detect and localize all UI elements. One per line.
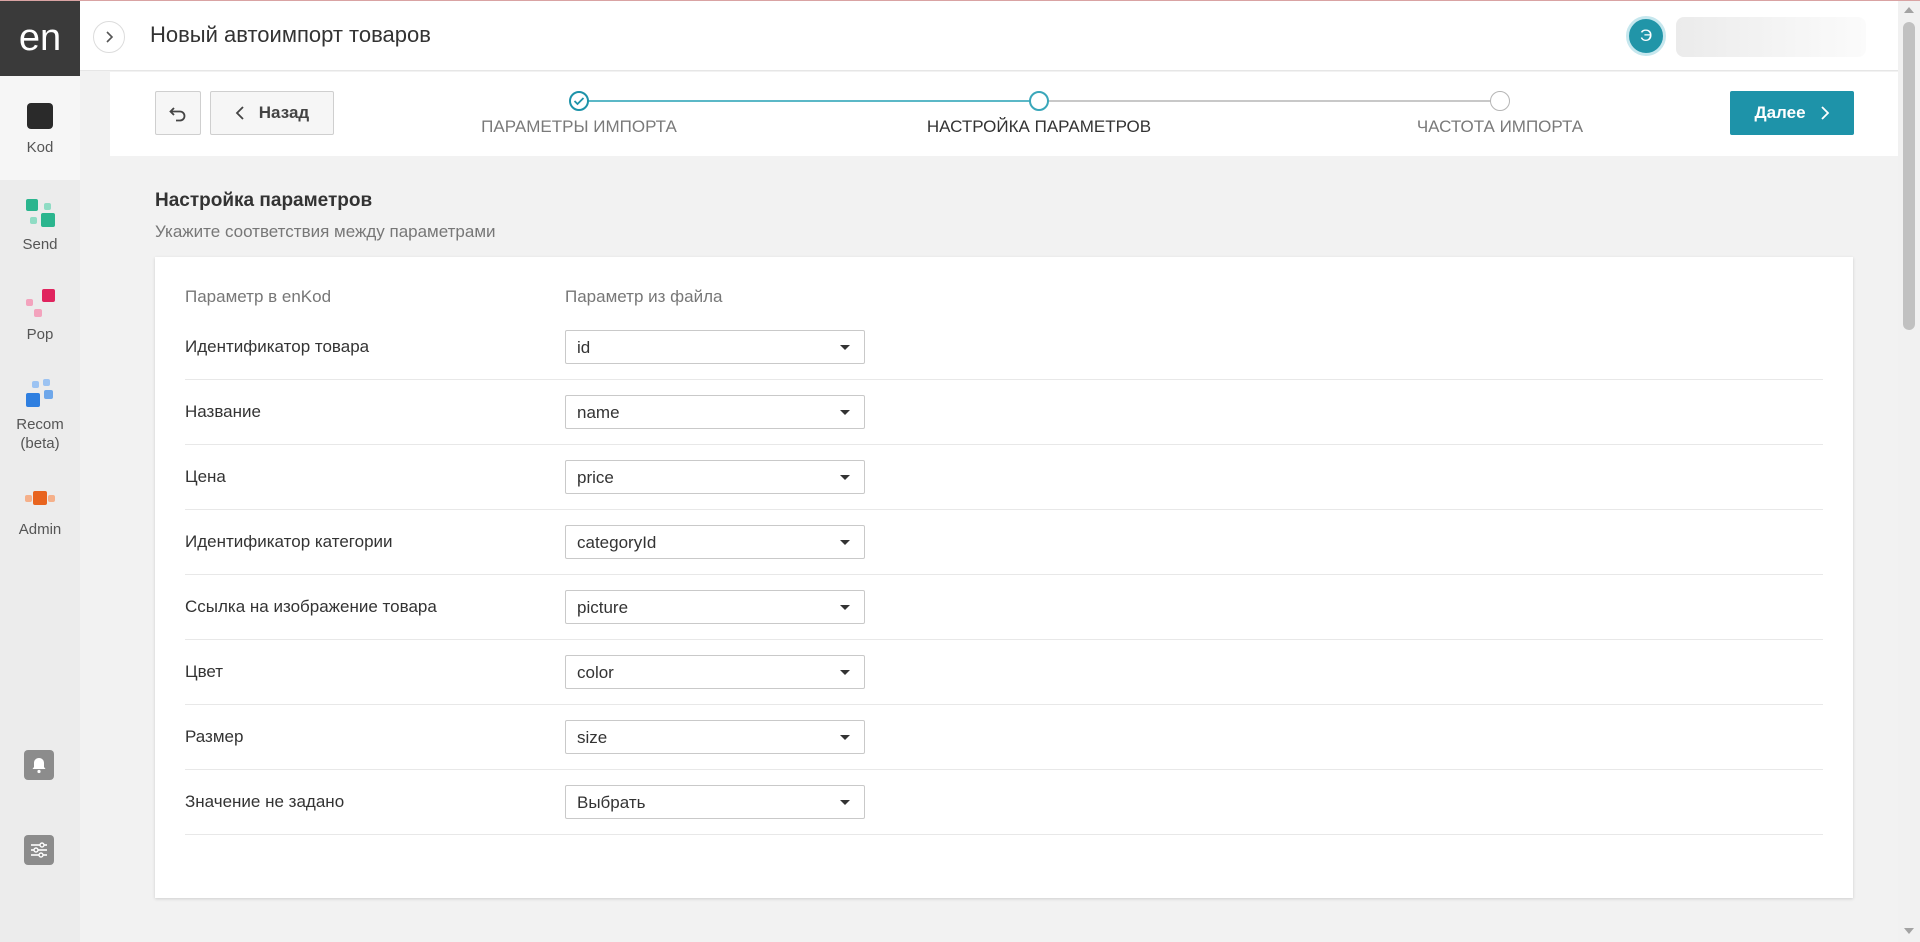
bell-icon[interactable]: [24, 750, 54, 780]
sidebar-item-recom[interactable]: Recom (beta): [0, 360, 80, 470]
top-accent-line: [0, 0, 1920, 1]
section-subtitle: Укажите соответствия между параметрами: [155, 222, 496, 241]
column-header-file: Параметр из файла: [565, 287, 723, 306]
caret-down-icon: [840, 540, 850, 545]
step-3-pending: [1490, 91, 1510, 111]
caret-down-icon: [840, 410, 850, 415]
param-row: Идентификатор товара id: [185, 315, 1823, 380]
param-select-value: categoryId: [577, 533, 657, 552]
check-icon: [573, 97, 585, 106]
mapping-card: Параметр в enKod Параметр из файла Идент…: [155, 257, 1853, 898]
param-select-value: picture: [577, 598, 629, 617]
avatar[interactable]: Э: [1626, 16, 1666, 56]
sidebar-expand-button[interactable]: [93, 21, 125, 53]
step-1-label: ПАРАМЕТРЫ ИМПОРТА: [481, 117, 677, 136]
sidebar-item-admin[interactable]: Admin: [0, 470, 80, 550]
param-select[interactable]: id: [565, 330, 865, 364]
param-label: Цвет: [185, 662, 224, 681]
undo-button[interactable]: [155, 91, 201, 135]
step-2-label: НАСТРОЙКА ПАРАМЕТРОВ: [926, 117, 1152, 136]
scroll-down-icon[interactable]: [1904, 928, 1914, 934]
param-select-value: price: [577, 468, 614, 487]
param-row: Значение не задано Выбрать: [185, 770, 1823, 835]
header: Новый автоимпорт товаров Э: [80, 1, 1898, 71]
step-1-done: [569, 91, 589, 111]
step-3-label: ЧАСТОТА ИМПОРТА: [1416, 117, 1584, 136]
caret-down-icon: [840, 800, 850, 805]
send-icon: [24, 197, 56, 229]
chevron-right-icon: [106, 31, 114, 43]
logo[interactable]: en: [0, 0, 80, 76]
back-button[interactable]: Назад: [210, 91, 334, 135]
kod-icon: [24, 100, 56, 132]
page-scrollbar[interactable]: [1898, 0, 1920, 942]
param-row: Ссылка на изображение товара picture: [185, 575, 1823, 640]
sidebar-item-label: Kod: [26, 138, 54, 156]
param-select[interactable]: categoryId: [565, 525, 865, 559]
recom-icon: [24, 377, 56, 409]
scroll-up-icon[interactable]: [1904, 7, 1914, 13]
caret-down-icon: [840, 475, 850, 480]
caret-down-icon: [840, 605, 850, 610]
sidebar-item-label: Pop: [26, 325, 54, 343]
step-connector-done: [579, 100, 1039, 102]
param-select[interactable]: size: [565, 720, 865, 754]
param-select-value: color: [577, 663, 614, 682]
sidebar: en Kod Send Pop Recom (beta) Admin: [0, 0, 80, 942]
sidebar-item-kod[interactable]: Kod: [0, 76, 80, 180]
user-name-blurred[interactable]: [1676, 17, 1866, 57]
param-label: Значение не задано: [185, 792, 345, 811]
param-row: Размер size: [185, 705, 1823, 770]
param-select[interactable]: price: [565, 460, 865, 494]
param-row: Цена price: [185, 445, 1823, 510]
undo-icon: [169, 107, 186, 122]
param-row: Цвет color: [185, 640, 1823, 705]
param-select-value: Выбрать: [577, 793, 646, 812]
param-row: Название name: [185, 380, 1823, 445]
param-label: Размер: [185, 727, 244, 746]
back-label: Назад: [258, 103, 310, 122]
param-select[interactable]: Выбрать: [565, 785, 865, 819]
sidebar-item-send[interactable]: Send: [0, 180, 80, 270]
caret-down-icon: [840, 735, 850, 740]
caret-down-icon: [840, 670, 850, 675]
next-button[interactable]: Далее: [1730, 91, 1854, 135]
param-label: Название: [185, 402, 261, 421]
caret-down-icon: [840, 345, 850, 350]
pop-icon: [24, 287, 56, 319]
param-label: Идентификатор категории: [185, 532, 393, 551]
param-select-value: id: [577, 338, 591, 357]
section-title: Настройка параметров: [155, 190, 373, 211]
param-label: Цена: [185, 467, 226, 486]
chevron-left-icon: [235, 106, 244, 120]
param-label: Идентификатор товара: [185, 337, 370, 356]
next-label: Далее: [1754, 103, 1806, 122]
param-select[interactable]: color: [565, 655, 865, 689]
step-2-active: [1029, 91, 1049, 111]
param-label: Ссылка на изображение товара: [185, 597, 437, 616]
sidebar-item-label: Recom (beta): [16, 416, 64, 452]
column-header-enkod: Параметр в enKod: [185, 287, 332, 306]
param-row: Идентификатор категории categoryId: [185, 510, 1823, 575]
param-select[interactable]: picture: [565, 590, 865, 624]
scrollbar-thumb[interactable]: [1903, 22, 1915, 330]
sidebar-item-label: Admin: [18, 520, 62, 538]
step-connector-pending: [1039, 100, 1499, 102]
param-select-value: size: [577, 728, 608, 747]
chevron-right-icon: [1820, 106, 1829, 120]
page-title: Новый автоимпорт товаров: [150, 22, 431, 47]
param-select[interactable]: name: [565, 395, 865, 429]
sliders-icon[interactable]: [24, 835, 54, 865]
sidebar-item-label: Send: [22, 235, 58, 253]
sidebar-item-pop[interactable]: Pop: [0, 270, 80, 360]
stepper-bar: Назад ПАРАМЕТРЫ ИМПОРТА НАСТРОЙКА ПАРАМЕ…: [110, 72, 1898, 156]
admin-icon: [24, 482, 56, 514]
param-select-value: name: [577, 403, 620, 422]
